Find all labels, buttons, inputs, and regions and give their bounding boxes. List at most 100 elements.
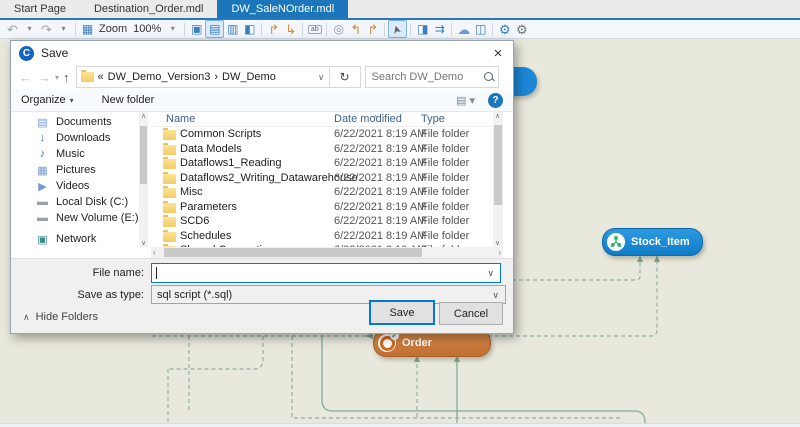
node-label: Order — [402, 337, 432, 349]
breadcrumb-overflow[interactable]: « — [98, 71, 104, 83]
music-icon: ♪ — [36, 148, 49, 160]
sidebar-item-videos[interactable]: ▶ Videos — [11, 178, 139, 194]
tab-dw-salenorder-mdl[interactable]: DW_SaleNOrder.mdl — [217, 0, 348, 18]
cancel-button[interactable]: Cancel — [439, 302, 503, 325]
zoom-caret-icon[interactable]: ▾ — [164, 21, 181, 37]
file-row[interactable]: Data Models6/22/2021 8:19 AMFile folder — [151, 142, 493, 157]
views-caret-icon[interactable]: ▾ — [469, 94, 475, 107]
shared-entity-icon — [607, 233, 625, 251]
chevron-down-icon[interactable]: ∨ — [318, 72, 325, 83]
file-name: Schedules — [180, 230, 231, 242]
file-row[interactable]: Schedules6/22/2021 8:19 AMFile folder — [151, 229, 493, 244]
sidebar-item-label: New Volume (E:) — [56, 212, 139, 224]
sidebar-item-documents[interactable]: ▤Documents — [11, 114, 139, 130]
settings-gray-icon[interactable]: ⚙ — [513, 21, 530, 37]
file-type: File folder — [421, 157, 469, 169]
sidebar-item-local-disk[interactable]: ▬Local Disk (C:) — [11, 194, 139, 210]
scroll-right-icon[interactable]: › — [498, 248, 501, 257]
breadcrumb-current[interactable]: DW_Demo — [222, 71, 276, 83]
zoom-value[interactable]: 100% — [130, 23, 164, 35]
close-icon[interactable]: × — [483, 41, 513, 65]
auto-size-icon[interactable]: ab — [306, 21, 323, 37]
toolbar-separator — [302, 23, 303, 36]
scroll-left-icon[interactable]: ‹ — [153, 248, 156, 257]
connector-curve-a-icon[interactable]: ↰ — [347, 21, 364, 37]
save-button[interactable]: Save — [369, 300, 435, 325]
list-vertical-scrollbar[interactable]: ∧ ∨ — [493, 112, 503, 247]
scroll-down-icon[interactable]: ∨ — [493, 239, 502, 247]
scroll-up-icon[interactable]: ∧ — [493, 112, 502, 120]
layout-stacked-icon[interactable]: ▥ — [224, 21, 241, 37]
forward-icon[interactable]: → — [38, 70, 51, 85]
pointer-tool-icon[interactable]: ➤ — [388, 20, 407, 38]
sidebar-item-downloads[interactable]: ↓Downloads — [11, 130, 139, 146]
file-row[interactable]: SCD66/22/2021 8:19 AMFile folder — [151, 214, 493, 229]
file-row[interactable]: Parameters6/22/2021 8:19 AMFile folder — [151, 200, 493, 215]
pictures-icon: ▦ — [36, 164, 49, 177]
breadcrumb[interactable]: « DW_Demo_Version3 › DW_Demo ∨ — [76, 66, 330, 88]
zoom-label[interactable]: Zoom — [96, 23, 130, 35]
tab-start-page[interactable]: Start Page — [0, 0, 80, 18]
up-icon[interactable]: ↑ — [63, 70, 70, 85]
entity-expand-icon[interactable]: ⇉ — [431, 21, 448, 37]
connector-elbow-up-icon[interactable]: ↱ — [265, 21, 282, 37]
history-caret-icon[interactable]: ▾ — [55, 73, 59, 82]
file-date-modified: 6/22/2021 8:19 AM — [334, 128, 426, 140]
redo-caret-icon[interactable]: ▾ — [55, 21, 72, 37]
file-name: Data Models — [180, 143, 242, 155]
search-input[interactable] — [366, 67, 498, 87]
scroll-down-icon[interactable]: ∨ — [139, 239, 148, 247]
verify-model-icon[interactable]: ◫ — [472, 21, 489, 37]
cloud-deploy-icon[interactable]: ☁ — [455, 21, 472, 37]
hide-folders-button[interactable]: ∧ Hide Folders — [23, 311, 98, 323]
column-type[interactable]: Type — [421, 113, 445, 125]
column-date-modified[interactable]: Date modified — [334, 113, 402, 125]
sidebar-item-label: Pictures — [56, 164, 96, 176]
scroll-up-icon[interactable]: ∧ — [139, 112, 148, 120]
layout-compact-icon[interactable]: ◧ — [241, 21, 258, 37]
help-icon[interactable]: ? — [488, 93, 503, 108]
file-row[interactable]: Dataflows2_Writing_Datawarehouse6/22/202… — [151, 171, 493, 186]
connector-curve-b-icon[interactable]: ↱ — [364, 21, 381, 37]
file-name: Misc — [180, 186, 203, 198]
folder-icon — [163, 217, 176, 227]
sidebar-item-pictures[interactable]: ▦ Pictures — [11, 162, 139, 178]
diagram-report-icon[interactable]: ▣ — [188, 21, 205, 37]
node-stock-item[interactable]: Stock_Item — [602, 228, 703, 256]
chevron-down-icon[interactable]: ∨ — [487, 268, 494, 279]
new-folder-button[interactable]: New folder — [102, 94, 155, 106]
connector-elbow-down-icon[interactable]: ↳ — [282, 21, 299, 37]
toolbar-separator — [451, 23, 452, 36]
sidebar-item-label: Videos — [56, 180, 89, 192]
breadcrumb-parent[interactable]: DW_Demo_Version3 — [108, 71, 211, 83]
undo-caret-icon[interactable]: ▾ — [21, 21, 38, 37]
undo-icon[interactable]: ↶ — [4, 21, 21, 37]
entity-add-icon[interactable]: ◨ — [414, 21, 431, 37]
file-name-input[interactable]: ∨ — [151, 263, 501, 283]
sidebar-item-new-volume[interactable]: ▬ New Volume (E:) — [11, 210, 139, 226]
videos-icon: ▶ — [36, 180, 49, 193]
chevron-down-icon: ∨ — [492, 290, 499, 301]
folder-icon — [163, 232, 176, 242]
save-as-type-label: Save as type: — [49, 289, 144, 301]
sidebar-item-music[interactable]: ♪Music — [11, 146, 139, 162]
file-row[interactable]: Dataflows1_Reading6/22/2021 8:19 AMFile … — [151, 156, 493, 171]
list-horizontal-scrollbar[interactable]: ‹ › — [151, 247, 503, 258]
tab-destination-order-mdl[interactable]: Destination_Order.mdl — [80, 0, 217, 18]
layout-horizontal-icon[interactable]: ▤ — [205, 20, 224, 38]
zoom-fit-icon[interactable]: ▦ — [79, 21, 96, 37]
sidebar-scrollbar[interactable]: ∧ ∨ — [139, 112, 148, 247]
settings-blue-icon[interactable]: ⚙ — [496, 21, 513, 37]
refresh-button[interactable]: ↻ — [330, 66, 361, 88]
new-volume-icon: ▬ — [36, 212, 49, 224]
file-row[interactable]: Misc6/22/2021 8:19 AMFile folder — [151, 185, 493, 200]
views-icon[interactable]: ▤ — [456, 94, 466, 107]
sidebar-item-network[interactable]: ▣Network — [11, 231, 139, 247]
trace-circle-icon[interactable]: ◎ — [330, 21, 347, 37]
column-headers: Name ∧ Date modified Type — [151, 112, 493, 127]
redo-icon[interactable]: ↷ — [38, 21, 55, 37]
column-name[interactable]: Name — [166, 113, 195, 125]
back-icon[interactable]: ← — [19, 70, 32, 85]
file-row[interactable]: Common Scripts6/22/2021 8:19 AMFile fold… — [151, 127, 493, 142]
organize-button[interactable]: Organize▾ — [21, 94, 74, 106]
